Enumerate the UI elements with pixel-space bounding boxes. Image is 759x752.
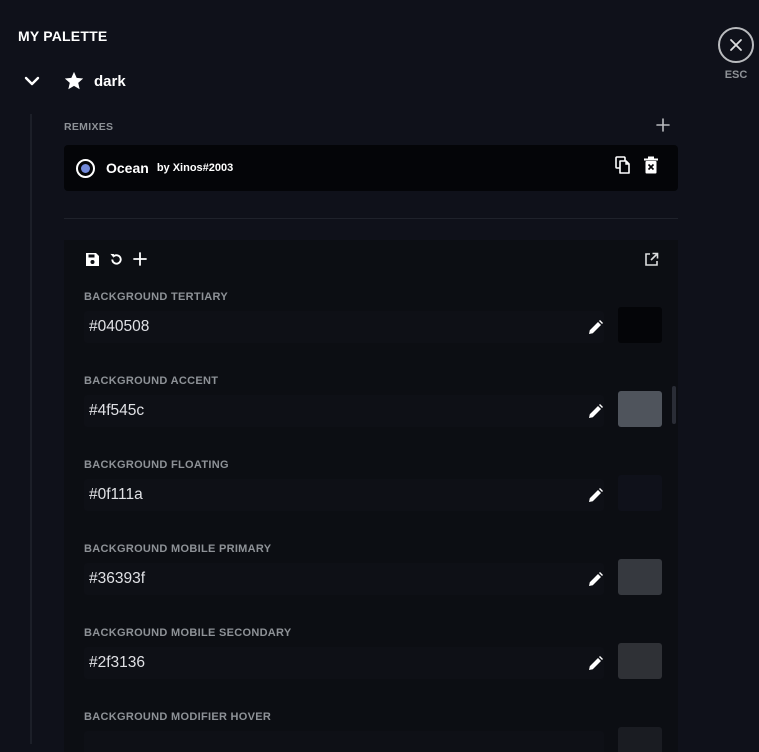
color-editor: BACKGROUND TERTIARY BACKGROUND ACCENT BA… <box>64 240 678 752</box>
delete-button[interactable] <box>642 155 660 175</box>
color-label: BACKGROUND MODIFIER HOVER <box>84 711 272 723</box>
chevron-down-icon[interactable] <box>22 71 42 91</box>
remix-radio[interactable] <box>76 158 95 178</box>
color-row: BACKGROUND MOBILE SECONDARY <box>84 627 664 679</box>
color-row: BACKGROUND MODIFIER HOVER <box>84 711 664 752</box>
radio-selected-dot <box>81 163 90 173</box>
color-swatch[interactable] <box>618 727 662 752</box>
pencil-icon[interactable] <box>586 486 604 504</box>
color-row: BACKGROUND ACCENT <box>84 375 664 427</box>
color-input[interactable] <box>84 395 574 427</box>
color-input[interactable] <box>84 647 574 679</box>
tree-line <box>30 114 32 744</box>
pencil-icon[interactable] <box>586 654 604 672</box>
save-button[interactable] <box>83 250 101 268</box>
remixes-label: REMIXES <box>64 121 114 133</box>
popout-button[interactable] <box>642 250 660 268</box>
plus-icon <box>656 118 670 132</box>
close-button[interactable] <box>718 27 754 63</box>
save-icon <box>85 252 99 266</box>
color-swatch[interactable] <box>618 475 662 511</box>
color-swatch[interactable] <box>618 559 662 595</box>
star-icon <box>62 69 86 93</box>
color-input[interactable] <box>84 479 574 511</box>
color-row: BACKGROUND FLOATING <box>84 459 664 511</box>
color-label: BACKGROUND ACCENT <box>84 375 219 387</box>
color-row: BACKGROUND TERTIARY <box>84 291 664 343</box>
theme-name: dark <box>94 72 126 90</box>
add-remix-button[interactable] <box>654 116 672 134</box>
color-row: BACKGROUND MOBILE PRIMARY <box>84 543 664 595</box>
trash-icon <box>644 156 658 174</box>
external-link-icon <box>644 252 658 266</box>
theme-row[interactable]: dark <box>22 66 126 96</box>
remix-name: Ocean <box>106 160 149 176</box>
color-input[interactable] <box>84 563 574 595</box>
copy-button[interactable] <box>614 155 632 175</box>
remix-author: by Xinos#2003 <box>156 162 234 174</box>
color-input[interactable] <box>84 311 574 343</box>
scrollbar-thumb[interactable] <box>672 386 676 424</box>
divider <box>64 218 678 219</box>
copy-icon <box>615 156 630 174</box>
plus-icon <box>133 252 147 266</box>
undo-icon <box>109 253 122 265</box>
esc-label: ESC <box>724 69 748 81</box>
color-swatch[interactable] <box>618 643 662 679</box>
reset-button[interactable] <box>107 250 125 268</box>
close-icon <box>730 39 742 51</box>
remix-item[interactable]: Ocean by Xinos#2003 <box>64 145 678 191</box>
editor-toolbar <box>83 250 149 268</box>
pencil-icon[interactable] <box>586 402 604 420</box>
page-title: MY PALETTE <box>18 28 108 44</box>
color-label: BACKGROUND TERTIARY <box>84 291 229 303</box>
close-control[interactable]: ESC <box>718 27 754 81</box>
color-swatch[interactable] <box>618 307 662 343</box>
color-label: BACKGROUND FLOATING <box>84 459 229 471</box>
color-swatch[interactable] <box>618 391 662 427</box>
color-label: BACKGROUND MOBILE PRIMARY <box>84 543 272 555</box>
pencil-icon[interactable] <box>586 570 604 588</box>
color-input[interactable] <box>84 731 574 752</box>
add-color-button[interactable] <box>131 250 149 268</box>
pencil-icon[interactable] <box>586 318 604 336</box>
color-label: BACKGROUND MOBILE SECONDARY <box>84 627 292 639</box>
